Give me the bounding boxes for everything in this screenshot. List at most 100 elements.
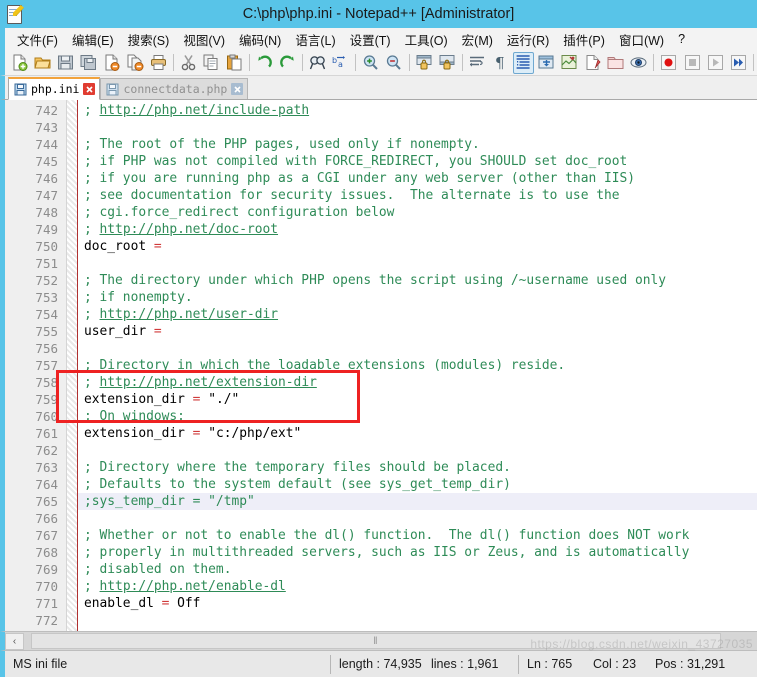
code-line[interactable]: user_dir = bbox=[84, 323, 757, 340]
code-line[interactable] bbox=[84, 340, 757, 357]
code-token: ; On windows: bbox=[84, 409, 185, 424]
code-text[interactable]: ; http://php.net/include-path ; The root… bbox=[78, 100, 757, 631]
undo-icon[interactable] bbox=[254, 52, 275, 74]
zoom-out-icon[interactable] bbox=[383, 52, 404, 74]
code-line[interactable]: ; http://php.net/user-dir bbox=[84, 306, 757, 323]
zoom-in-icon[interactable] bbox=[360, 52, 381, 74]
line-number: 750 bbox=[35, 239, 58, 254]
menu-macro[interactable]: 宏(M) bbox=[455, 28, 500, 51]
new-file-icon[interactable] bbox=[9, 52, 30, 74]
code-line[interactable]: ; properly in multithreaded servers, suc… bbox=[84, 544, 757, 561]
code-line[interactable]: ;sys_temp_dir = "/tmp" bbox=[78, 493, 757, 510]
menu-tools[interactable]: 工具(O) bbox=[398, 28, 455, 51]
sync-horizontal-scroll-icon[interactable] bbox=[437, 52, 458, 74]
menu-search[interactable]: 搜索(S) bbox=[121, 28, 177, 51]
code-token: enable_dl bbox=[84, 596, 162, 611]
toolbar-separator bbox=[302, 54, 304, 71]
code-line[interactable]: ; http://php.net/enable-dl bbox=[84, 578, 757, 595]
menu-edit[interactable]: 编辑(E) bbox=[65, 28, 121, 51]
code-line[interactable] bbox=[84, 442, 757, 459]
code-token: http://php.net/doc-root bbox=[99, 222, 279, 237]
code-line[interactable]: enable_dl = Off bbox=[84, 595, 757, 612]
code-line[interactable]: ; see documentation for security issues.… bbox=[84, 187, 757, 204]
code-line[interactable] bbox=[84, 510, 757, 527]
run-macro-multiple-icon[interactable] bbox=[728, 52, 749, 74]
line-number: 757 bbox=[35, 358, 58, 373]
menu-help[interactable]: ? bbox=[671, 30, 692, 48]
save-icon[interactable] bbox=[55, 52, 76, 74]
code-line[interactable]: ; http://php.net/doc-root bbox=[84, 221, 757, 238]
code-line[interactable]: ; if PHP was not compiled with FORCE_RED… bbox=[84, 153, 757, 170]
menu-window[interactable]: 窗口(W) bbox=[612, 28, 671, 51]
open-file-icon[interactable] bbox=[32, 52, 53, 74]
menu-file[interactable]: 文件(F) bbox=[10, 28, 65, 51]
indent-guide-icon[interactable] bbox=[512, 51, 534, 74]
code-line[interactable]: doc_root = bbox=[84, 238, 757, 255]
find-icon[interactable] bbox=[307, 52, 328, 74]
code-line[interactable]: ; cgi.force_redirect configuration below bbox=[84, 204, 757, 221]
record-macro-icon[interactable] bbox=[658, 52, 679, 74]
code-token: ; bbox=[84, 307, 100, 322]
code-line[interactable]: ; The directory under which PHP opens th… bbox=[84, 272, 757, 289]
save-all-icon[interactable] bbox=[78, 52, 99, 74]
menu-plugins[interactable]: 插件(P) bbox=[556, 28, 612, 51]
paste-icon[interactable] bbox=[224, 52, 245, 74]
menu-run[interactable]: 运行(R) bbox=[500, 28, 556, 51]
sync-vertical-scroll-icon[interactable] bbox=[414, 52, 435, 74]
code-line[interactable]: ; http://php.net/extension-dir bbox=[84, 374, 757, 391]
code-line[interactable] bbox=[84, 255, 757, 272]
code-line[interactable]: ; if nonempty. bbox=[84, 289, 757, 306]
scrollbar-thumb[interactable]: ‖ bbox=[31, 633, 721, 649]
menu-view[interactable]: 视图(V) bbox=[176, 28, 232, 51]
function-list-icon[interactable] bbox=[582, 52, 603, 74]
code-line[interactable] bbox=[84, 119, 757, 136]
document-map-icon[interactable] bbox=[559, 52, 580, 74]
code-token: http://php.net/extension-dir bbox=[99, 375, 317, 390]
code-line[interactable]: ; The root of the PHP pages, used only i… bbox=[84, 136, 757, 153]
close-all-files-icon[interactable] bbox=[124, 52, 145, 74]
code-token: http://php.net/enable-dl bbox=[99, 579, 286, 594]
code-line[interactable]: ; On windows: bbox=[84, 408, 757, 425]
code-line[interactable]: ; disabled on them. bbox=[84, 561, 757, 578]
word-wrap-icon[interactable] bbox=[467, 52, 488, 74]
line-number: 753 bbox=[35, 290, 58, 305]
tab-connectdata-php[interactable]: connectdata.php bbox=[100, 78, 249, 99]
redo-icon[interactable] bbox=[277, 52, 298, 74]
code-line[interactable]: ; Defaults to the system default (see sy… bbox=[84, 476, 757, 493]
editor-area[interactable]: 742 743 744 745 746 747 748 749 750 751 752 753 754 7… bbox=[0, 100, 757, 631]
toolbar-separator bbox=[355, 54, 357, 71]
code-line[interactable] bbox=[84, 612, 757, 629]
scroll-left-arrow-icon[interactable]: ‹ bbox=[5, 632, 24, 650]
folder-as-workspace-icon[interactable] bbox=[605, 52, 626, 74]
stop-recording-icon[interactable] bbox=[682, 52, 703, 74]
close-tab-icon[interactable] bbox=[83, 83, 96, 95]
show-all-characters-icon[interactable]: ¶ bbox=[490, 52, 511, 74]
close-file-icon[interactable] bbox=[101, 52, 122, 74]
fold-margin[interactable] bbox=[67, 100, 78, 631]
cut-icon[interactable] bbox=[178, 52, 199, 74]
code-line[interactable]: ; Whether or not to enable the dl() func… bbox=[84, 527, 757, 544]
user-defined-dialog-icon[interactable] bbox=[536, 52, 557, 74]
saved-file-icon bbox=[14, 83, 27, 96]
code-line[interactable]: extension_dir = "./" bbox=[84, 391, 757, 408]
monitoring-icon[interactable] bbox=[628, 52, 649, 74]
code-token: ;sys_temp_dir = "/tmp" bbox=[84, 494, 255, 509]
toolbar-separator bbox=[461, 54, 463, 71]
menu-language[interactable]: 语言(L) bbox=[288, 28, 342, 51]
menu-settings[interactable]: 设置(T) bbox=[343, 28, 398, 51]
code-line[interactable]: ; Directory where the temporary files sh… bbox=[84, 459, 757, 476]
copy-icon[interactable] bbox=[201, 52, 222, 74]
notepad-plus-plus-icon[interactable] bbox=[5, 4, 25, 24]
tab-php-ini[interactable]: php.ini bbox=[8, 77, 101, 100]
code-token: = bbox=[161, 596, 178, 611]
code-line[interactable]: extension_dir = "c:/php/ext" bbox=[84, 425, 757, 442]
code-line[interactable]: ; Directory in which the loadable extens… bbox=[84, 357, 757, 374]
code-line[interactable]: ; if you are running php as a CGI under … bbox=[84, 170, 757, 187]
menu-encoding[interactable]: 编码(N) bbox=[232, 28, 288, 51]
replace-icon[interactable]: b a bbox=[330, 52, 351, 74]
close-tab-icon[interactable] bbox=[231, 83, 244, 95]
code-line[interactable]: ; http://php.net/include-path bbox=[84, 102, 757, 119]
horizontal-scrollbar[interactable]: ‹ ‖ bbox=[0, 631, 757, 650]
play-macro-icon[interactable] bbox=[705, 52, 726, 74]
print-icon[interactable] bbox=[148, 52, 169, 74]
